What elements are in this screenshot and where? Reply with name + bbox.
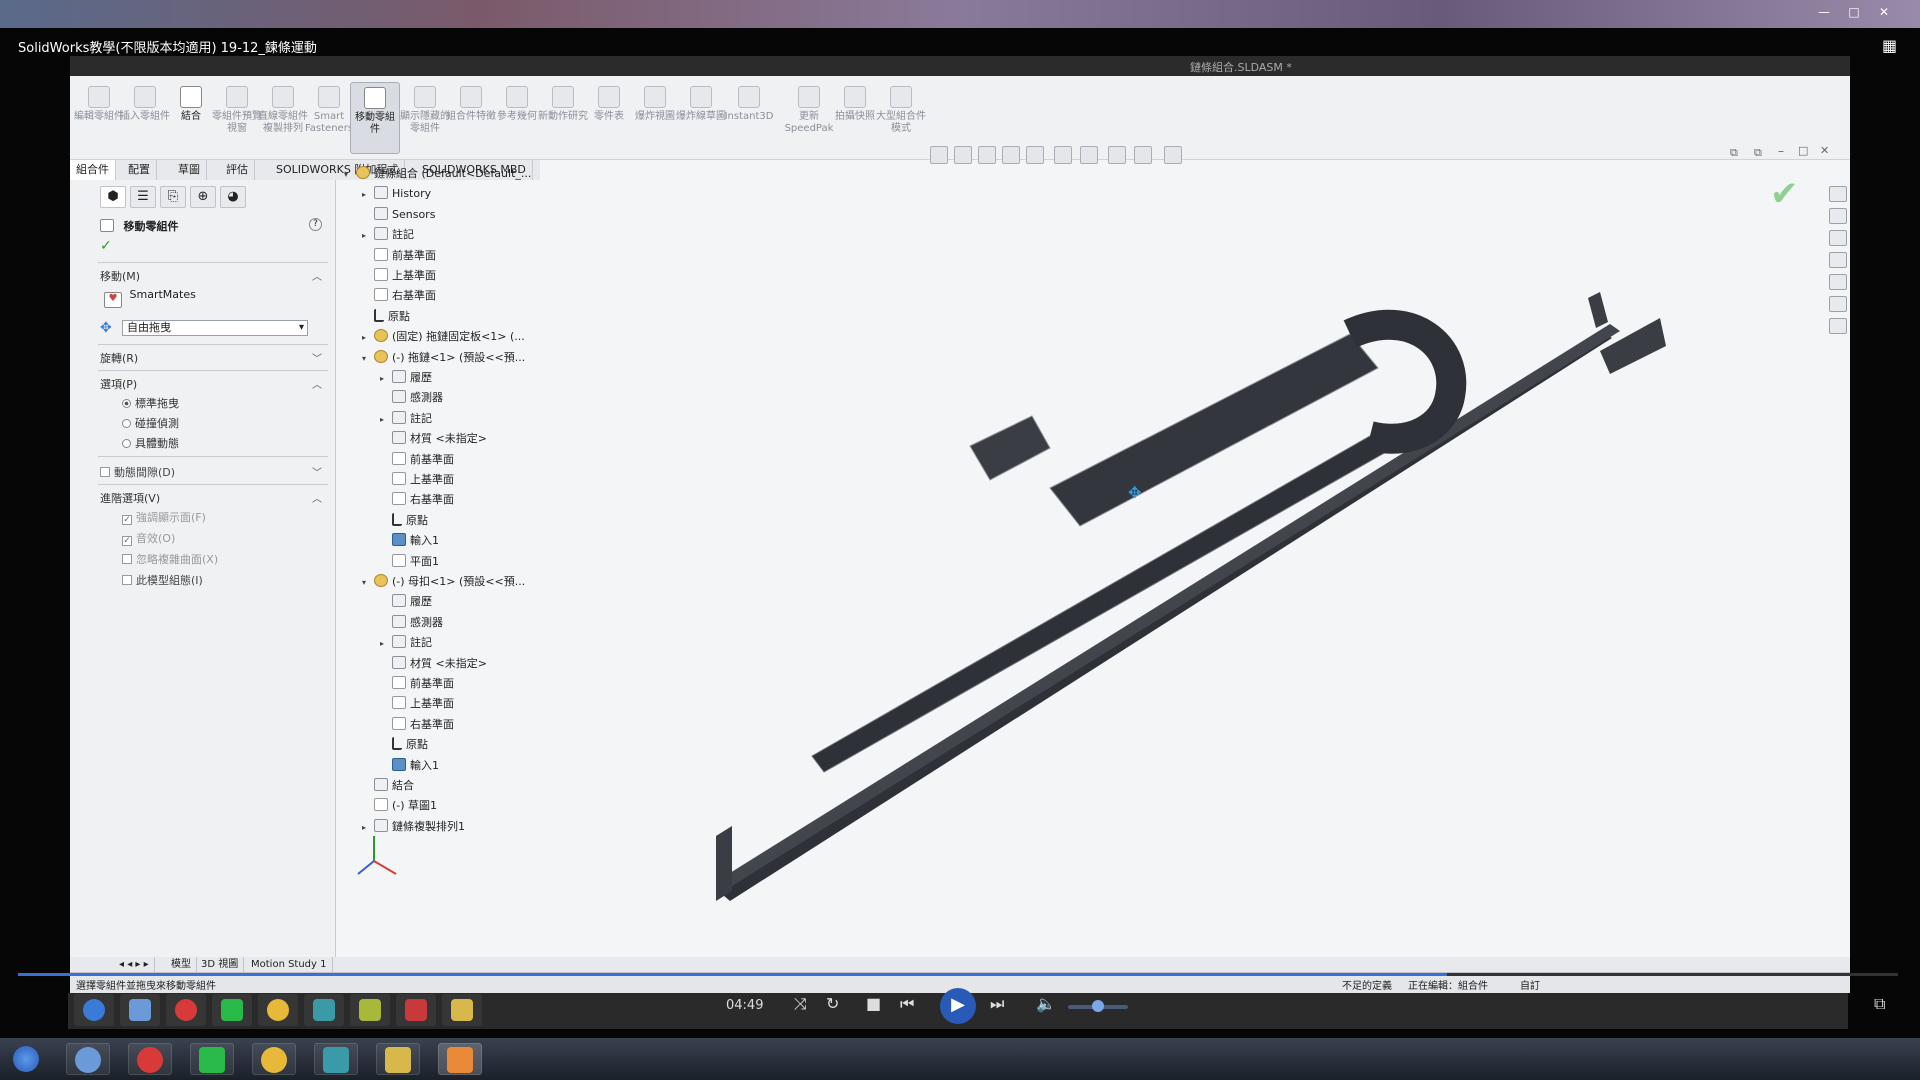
line-icon	[212, 994, 252, 1026]
time-display: 04:49	[726, 998, 764, 1013]
rail-near-end	[716, 826, 732, 901]
previous-icon[interactable]: ⏮	[900, 994, 914, 1014]
status-units[interactable]: 自訂	[1520, 977, 1540, 992]
volume-icon[interactable]: 🔈	[1036, 994, 1056, 1013]
tab-scroll-arrows-icon[interactable]: ◂ ◂ ▸ ▸	[114, 957, 155, 973]
taskbar-app-icon[interactable]	[66, 1043, 110, 1075]
bottom-tab[interactable]: 3D 視圖	[196, 957, 245, 973]
female-clip-part	[969, 415, 1051, 481]
chrome-icon	[258, 994, 298, 1026]
taskbar-chrome-icon[interactable]	[252, 1043, 296, 1075]
bottom-tab[interactable]: 模型	[166, 957, 197, 973]
close-icon[interactable]: ✕	[1874, 4, 1894, 20]
status-message: 選擇零組件並拖曳來移動零組件	[76, 981, 216, 992]
grid-view-icon[interactable]: ▦	[1882, 36, 1897, 55]
graphics-area-model[interactable]: ✥	[70, 56, 1850, 993]
opera-icon	[166, 994, 206, 1026]
repeat-icon[interactable]: ↻	[826, 994, 839, 1013]
play-button[interactable]: ▶	[940, 988, 976, 1024]
volume-knob[interactable]	[1092, 1000, 1104, 1012]
video-frame: 鏈條組合.SLDASM * 編輯零組件 插入零組件 結合 零組件預覽視窗 直線零組件複製…	[70, 56, 1850, 993]
windows-taskbar	[0, 1038, 1920, 1080]
windows-start-button[interactable]	[4, 1043, 48, 1075]
taskbar-app-icon[interactable]	[314, 1043, 358, 1075]
move-cursor-icon: ✥	[1128, 483, 1141, 502]
bottom-tabs: ◂ ◂ ▸ ▸ 模型 3D 視圖 Motion Study 1	[70, 957, 1850, 973]
taskbar-opera-icon[interactable]	[128, 1043, 172, 1075]
desktop-background: — □ ✕	[0, 0, 1920, 28]
rail-end-bracket	[1588, 292, 1608, 328]
next-icon[interactable]: ⏭	[990, 994, 1004, 1014]
triad-z-axis	[357, 860, 375, 875]
taskbar-line-icon[interactable]	[190, 1043, 234, 1075]
taskbar-media-player-icon[interactable]	[438, 1043, 482, 1075]
status-definition: 不足的定義	[1342, 981, 1392, 992]
shuffle-icon[interactable]: ⤨	[794, 994, 807, 1014]
bottom-tab[interactable]: Motion Study 1	[246, 957, 333, 973]
switch-to-library-icon[interactable]: ⧉	[1874, 994, 1885, 1014]
chain-bend	[1343, 309, 1467, 454]
player-window-title: SolidWorks教學(不限版本均適用) 19-12_鍊條運動	[18, 41, 317, 56]
status-editing: 正在編輯：組合件	[1408, 981, 1488, 992]
taskbar-folder-icon[interactable]	[376, 1043, 420, 1075]
stop-icon[interactable]: ■	[866, 994, 881, 1013]
rail-top-face	[722, 324, 1620, 886]
solidworks-icon	[396, 994, 436, 1026]
minimize-icon[interactable]: —	[1814, 4, 1834, 20]
notes-icon	[350, 994, 390, 1026]
app-icon	[304, 994, 344, 1026]
chain-upper-run	[1049, 333, 1379, 527]
seek-bar-fill	[18, 973, 1447, 976]
triad-x-axis	[373, 860, 397, 875]
start-icon	[74, 994, 114, 1026]
seek-bar[interactable]	[18, 973, 1898, 976]
folder-icon	[442, 994, 482, 1026]
app-icon	[120, 994, 160, 1026]
maximize-icon[interactable]: □	[1844, 4, 1864, 20]
